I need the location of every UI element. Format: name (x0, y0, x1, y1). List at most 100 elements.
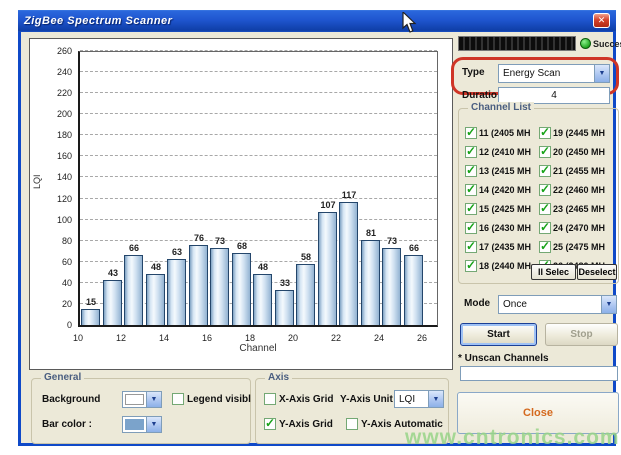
bar-chart-plot: 1543664863767368483358107117817366 (78, 51, 438, 327)
channel-checkbox[interactable] (465, 203, 477, 215)
window-title: ZigBee Spectrum Scanner (18, 15, 172, 27)
channel-checkbox[interactable] (465, 222, 477, 234)
type-value: Energy Scan (499, 68, 594, 79)
y-gridline (80, 113, 437, 114)
x-axis-grid-checkbox[interactable] (264, 393, 276, 405)
channel-checkbox[interactable] (465, 260, 477, 272)
channel-bar (81, 309, 100, 325)
close-icon[interactable]: ✕ (593, 13, 610, 28)
unscan-channels-label: * Unscan Channels (458, 353, 549, 364)
channel-list-item: 17 (2435 MH (465, 237, 531, 256)
y-axis-unit-dropdown[interactable]: LQI ▼ (394, 390, 444, 408)
channel-checkbox[interactable] (465, 165, 477, 177)
bar-value-label: 43 (108, 268, 118, 278)
x-tick-label: 20 (288, 333, 298, 343)
channel-bar (232, 253, 251, 325)
y-gridline (80, 155, 437, 156)
y-tick-label: 40 (62, 278, 72, 288)
chevron-down-icon[interactable]: ▼ (601, 296, 616, 313)
bar-value-label: 48 (258, 262, 268, 272)
y-tick-label: 20 (62, 299, 72, 309)
x-tick-label: 12 (116, 333, 126, 343)
x-tick-label: 14 (159, 333, 169, 343)
y-tick-label: 60 (62, 257, 72, 267)
y-gridline (80, 50, 437, 51)
channel-checkbox[interactable] (539, 241, 551, 253)
channel-label: 17 (2435 MH (479, 242, 531, 252)
channel-label: 19 (2445 MH (553, 128, 605, 138)
bar-color-label: Bar color : (42, 419, 92, 430)
x-tick-label: 18 (245, 333, 255, 343)
screenshot-stage: ZigBee Spectrum Scanner ✕ LQI 0204060801… (0, 0, 621, 455)
stop-button[interactable]: Stop (545, 323, 618, 346)
channel-label: 20 (2450 MH (553, 147, 605, 157)
channel-bar (189, 245, 208, 325)
channel-list-item: 23 (2465 MH (539, 199, 605, 218)
bar-color-dropdown[interactable]: ▼ (122, 416, 162, 433)
start-button[interactable]: Start (460, 323, 537, 346)
app-window: ZigBee Spectrum Scanner ✕ LQI 0204060801… (18, 10, 616, 446)
bar-value-label: 15 (86, 297, 96, 307)
chevron-down-icon[interactable]: ▼ (594, 65, 609, 82)
y-gridline (80, 134, 437, 135)
channel-bar (253, 274, 272, 325)
y-axis-ticks: 020406080100120140160180200220240260 (42, 51, 76, 327)
y-axis-grid-checkbox[interactable] (264, 418, 276, 430)
bar-value-label: 66 (409, 243, 419, 253)
close-button[interactable]: Close (457, 392, 619, 434)
channel-bar (382, 248, 401, 325)
bar-value-label: 73 (215, 236, 225, 246)
y-axis-unit-label: Y-Axis Unit (340, 394, 393, 405)
channel-bar (318, 212, 337, 325)
channel-bar (210, 248, 229, 325)
channel-list-title: Channel List (468, 102, 534, 113)
y-gridline (80, 176, 437, 177)
channel-checkbox[interactable] (465, 184, 477, 196)
chevron-down-icon[interactable]: ▼ (428, 391, 443, 407)
chevron-down-icon[interactable]: ▼ (146, 417, 161, 432)
bar-value-label: 76 (194, 233, 204, 243)
channel-checkbox[interactable] (539, 184, 551, 196)
y-axis-automatic-label: Y-Axis Automatic (361, 419, 443, 430)
y-gridline (80, 198, 437, 199)
channel-list-item: 25 (2475 MH (539, 237, 605, 256)
channel-checkbox[interactable] (465, 146, 477, 158)
channel-bar (275, 290, 294, 325)
channel-checkbox[interactable] (539, 127, 551, 139)
channel-label: 11 (2405 MH (479, 128, 531, 138)
bar-value-label: 117 (342, 190, 357, 200)
channel-label: 15 (2425 MH (479, 204, 531, 214)
channel-bar (339, 202, 358, 325)
channel-list-item: 16 (2430 MH (465, 218, 531, 237)
bar-color-swatch (125, 419, 144, 430)
all-select-button[interactable]: ll Selec (531, 264, 576, 280)
channel-list-groupbox: Channel List 11 (2405 MH12 (2410 MH13 (2… (458, 108, 619, 284)
chevron-down-icon[interactable]: ▼ (146, 392, 161, 407)
y-tick-label: 80 (62, 236, 72, 246)
channel-list-item: 12 (2410 MH (465, 142, 531, 161)
unscan-channels-field[interactable] (460, 366, 618, 381)
legend-visible-checkbox[interactable] (172, 393, 184, 405)
channel-bar (103, 280, 122, 325)
mode-dropdown[interactable]: Once ▼ (498, 295, 617, 314)
channel-list-item: 11 (2405 MH (465, 123, 531, 142)
channel-label: 24 (2470 MH (553, 223, 605, 233)
y-axis-automatic-checkbox[interactable] (346, 418, 358, 430)
scan-progress-bar (458, 36, 576, 51)
channel-bar (146, 274, 165, 325)
x-axis-ticks: 101214161820222426 (78, 329, 438, 341)
type-dropdown[interactable]: Energy Scan ▼ (498, 64, 610, 83)
channel-checkbox[interactable] (539, 203, 551, 215)
channel-column-left: 11 (2405 MH12 (2410 MH13 (2415 MH14 (242… (465, 123, 531, 275)
channel-checkbox[interactable] (539, 146, 551, 158)
x-tick-label: 24 (374, 333, 384, 343)
y-tick-label: 160 (57, 151, 72, 161)
y-tick-label: 200 (57, 109, 72, 119)
deselect-button[interactable]: Deselect (577, 264, 617, 280)
background-color-dropdown[interactable]: ▼ (122, 391, 162, 408)
spectrum-chart-panel: LQI 020406080100120140160180200220240260… (29, 38, 453, 370)
channel-checkbox[interactable] (539, 165, 551, 177)
channel-checkbox[interactable] (539, 222, 551, 234)
channel-checkbox[interactable] (465, 127, 477, 139)
channel-checkbox[interactable] (465, 241, 477, 253)
